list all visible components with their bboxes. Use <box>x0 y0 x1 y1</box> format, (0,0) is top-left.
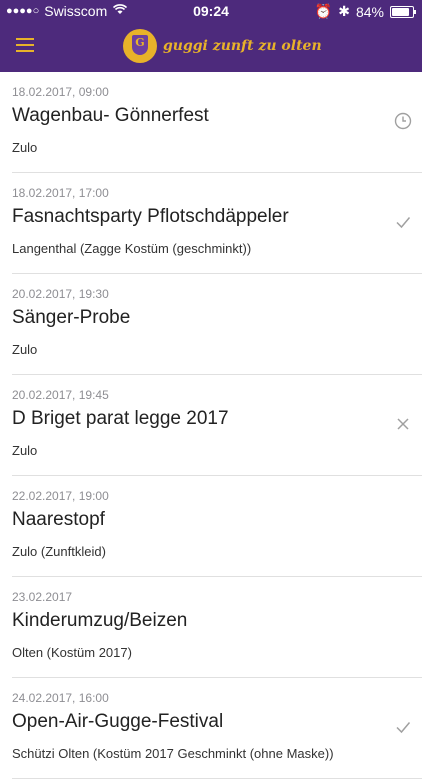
event-location: Zulo <box>12 443 38 458</box>
logo-text: guggi zunft zu olten <box>163 38 322 54</box>
event-location: Zulo (Zunftkleid) <box>12 544 106 559</box>
event-title: Fasnachtsparty Pflotschdäppeler <box>12 206 289 227</box>
battery-percent: 84% <box>355 3 384 20</box>
event-location: Zulo <box>12 342 38 357</box>
event-title: Open-Air-Gugge-Festival <box>12 711 224 732</box>
event-item[interactable]: 24.02.2017, 16:00 Open-Air-Gugge-Festival… <box>0 678 422 779</box>
bluetooth-icon: ✱ <box>338 3 350 19</box>
event-title: Kinderumzug/Beizen <box>12 610 188 631</box>
event-title: D Briget parat legge 2017 <box>12 408 229 429</box>
event-location: Langenthal (Zagge Kostüm (geschminkt)) <box>12 241 252 256</box>
event-item[interactable]: 20.02.2017, 19:30 Sänger-Probe Zulo <box>0 274 422 375</box>
event-date: 24.02.2017, 16:00 <box>12 691 109 705</box>
event-location: Olten (Kostüm 2017) <box>12 645 132 660</box>
event-date: 20.02.2017, 19:30 <box>12 287 109 301</box>
battery-fill <box>392 7 409 16</box>
event-item[interactable]: 18.02.2017, 17:00 Fasnachtsparty Pflotsch… <box>0 173 422 274</box>
alarm-icon: ⏰ <box>314 3 333 19</box>
menu-icon[interactable] <box>16 38 34 52</box>
crest-letter: G <box>135 36 145 49</box>
event-title: Sänger-Probe <box>12 307 131 328</box>
event-date: 23.02.2017 <box>12 590 73 604</box>
event-date: 18.02.2017, 17:00 <box>12 186 109 200</box>
check-icon <box>394 718 412 736</box>
event-date: 18.02.2017, 09:00 <box>12 85 109 99</box>
event-item[interactable]: 23.02.2017 Kinderumzug/Beizen Olten (Kostü… <box>0 577 422 678</box>
event-item[interactable]: 20.02.2017, 19:45 D Briget parat legge 20… <box>0 375 422 476</box>
cross-icon <box>394 415 412 433</box>
event-title: Naarestopf <box>12 509 105 530</box>
status-bar: ●●●●○ Swisscom 09:24 ⏰ ✱ 84% <box>0 0 422 22</box>
event-title: Wagenbau- Gönnerfest <box>12 105 209 126</box>
app-logo: G guggi zunft zu olten <box>123 28 322 64</box>
event-item[interactable]: 22.02.2017, 19:00 Naarestopf Zulo (Zunftkl… <box>0 476 422 577</box>
clock-icon <box>394 112 412 130</box>
event-item[interactable]: 18.02.2017, 09:00 Wagenbau- Gönnerfest Zul… <box>0 72 422 173</box>
event-date: 22.02.2017, 19:00 <box>12 489 109 503</box>
event-date: 20.02.2017, 19:45 <box>12 388 109 402</box>
crest-icon: G <box>123 29 157 63</box>
battery-icon <box>390 5 416 18</box>
event-location: Schützi Olten (Kostüm 2017 Geschminkt (o… <box>12 746 334 761</box>
app-header: G guggi zunft zu olten <box>0 22 422 72</box>
event-list: 18.02.2017, 09:00 Wagenbau- Gönnerfest Zul… <box>0 72 422 779</box>
check-icon <box>394 213 412 231</box>
event-location: Zulo <box>12 140 38 155</box>
